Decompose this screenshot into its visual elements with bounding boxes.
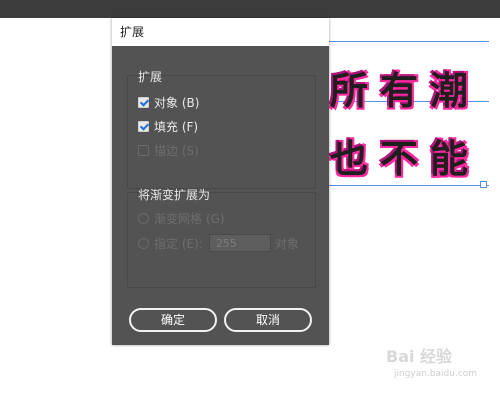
fill-option[interactable]: 填充 (F) xyxy=(138,118,198,135)
specify-label: 指定 (E): xyxy=(154,236,203,251)
object-option[interactable]: 对象 (B) xyxy=(138,94,199,111)
object-label: 对象 (B) xyxy=(154,96,200,110)
stroke-option: 描边 (S) xyxy=(138,142,199,159)
artwork-text-line-1: 所有潮 xyxy=(330,69,481,113)
ok-button[interactable]: 确定 xyxy=(129,308,217,332)
fill-checkbox[interactable] xyxy=(138,121,149,132)
dialog-title: 扩展 xyxy=(112,18,329,46)
selection-bound-bottom xyxy=(329,185,489,186)
stroke-label: 描边 (S) xyxy=(154,144,199,158)
gradient-mesh-radio xyxy=(138,213,149,224)
stroke-checkbox xyxy=(138,145,149,156)
specify-unit: 对象 xyxy=(274,236,299,251)
artwork-text-line-2: 也不能 xyxy=(330,137,481,181)
expand-group-title: 扩展 xyxy=(138,70,163,84)
specify-radio xyxy=(138,237,149,249)
object-checkbox[interactable] xyxy=(138,97,149,108)
specify-option: 指定 (E): 255 对象 xyxy=(138,234,299,252)
app-top-bar xyxy=(0,0,500,18)
cancel-button[interactable]: 取消 xyxy=(224,308,312,332)
gradient-mesh-label: 渐变网格 (G) xyxy=(154,212,225,226)
gradient-group-title: 将渐变扩展为 xyxy=(138,188,211,202)
selection-bound-top xyxy=(329,41,489,42)
gradient-mesh-option: 渐变网格 (G) xyxy=(138,210,224,227)
selection-handle[interactable] xyxy=(480,181,487,188)
specify-count-input: 255 xyxy=(208,234,271,252)
watermark-url: jingyan.baidu.com xyxy=(394,369,478,379)
watermark-logo: Bai 经验 xyxy=(386,347,453,366)
expand-dialog: 扩展 扩展 对象 (B) 填充 (F) 描边 (S) 将渐变扩展为 渐变网格 (… xyxy=(112,18,329,345)
fill-label: 填充 (F) xyxy=(154,120,199,134)
